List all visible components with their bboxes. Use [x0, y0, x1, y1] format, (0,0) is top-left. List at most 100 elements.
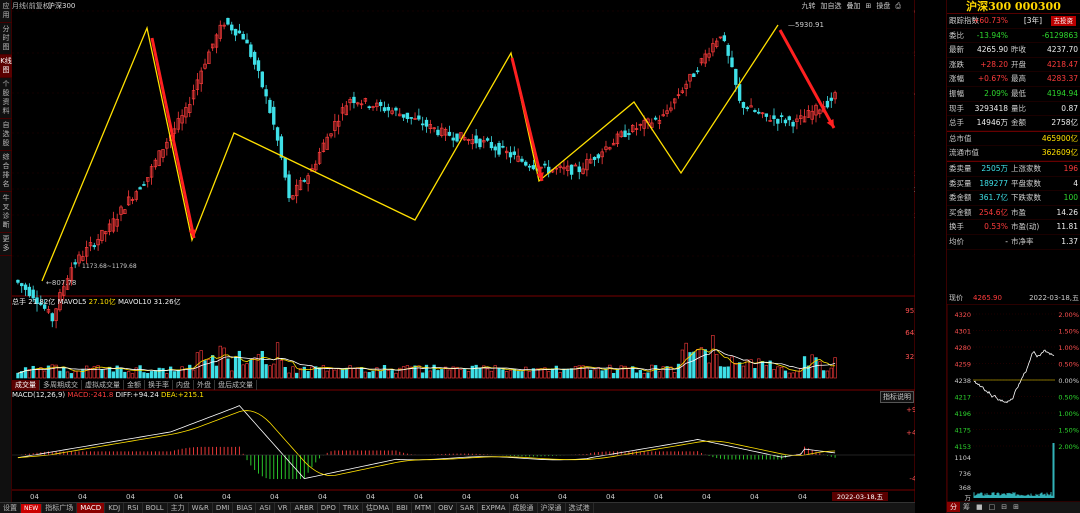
top-tool-button[interactable]: ⊞ [866, 2, 872, 10]
top-tool-button[interactable]: ⎙ [895, 2, 901, 10]
kline-chart[interactable]: 62165412459737822968266121531338—5930.91… [12, 0, 915, 513]
quote-value: 4 [1073, 178, 1078, 188]
candle-body [394, 107, 398, 111]
volume-tab[interactable]: 虚拟成交量 [82, 380, 124, 390]
volume-bar [138, 365, 142, 379]
indicator-tab[interactable]: EXPMA [478, 503, 510, 513]
quote-bottom-tab[interactable]: ■ [973, 502, 986, 512]
indicator-tab[interactable]: BOLL [143, 503, 168, 513]
volume-tab[interactable]: 换手率 [145, 380, 173, 390]
left-toolbar: 应用 分时图 K线图 个股资料 自选股 综合排名 牛叉诊断 更多 [0, 0, 12, 513]
volume-bar [352, 368, 356, 379]
invest-button[interactable]: 去投资 [1050, 16, 1076, 26]
volume-tab[interactable]: 多周期成交 [40, 380, 82, 390]
period-label[interactable]: 月线(前复权) [12, 1, 52, 11]
volume-bar [726, 366, 730, 379]
indicator-tab[interactable]: RSI [124, 503, 143, 513]
mini-right-axis: 2.00% [1058, 311, 1079, 319]
top-tool-button[interactable]: 加自选 [821, 2, 842, 10]
volume-bar [363, 371, 368, 379]
indicator-tab[interactable]: DMI [213, 503, 234, 513]
time-axis-label: 04 [174, 493, 183, 501]
quote-bottom-tab[interactable]: ⊟ [998, 502, 1010, 512]
quote-value: -13.94% [976, 30, 1008, 40]
time-axis-label: 04 [270, 493, 279, 501]
intraday-mini-chart[interactable]: 4320 2.00% 4301 1.50% 4280 1.00% 4259 0.50% 4238… [947, 304, 1080, 502]
indicator-tab[interactable]: BBI [393, 503, 412, 513]
volume-tab[interactable]: 盘后成交量 [215, 380, 257, 390]
quote-row: 买金额 254.6亿 市盈 14.26 [947, 206, 1080, 221]
volume-tab[interactable]: 成交量 [12, 380, 40, 390]
indicator-tab[interactable]: MTM [412, 503, 436, 513]
volume-bar [333, 369, 337, 379]
left-tab[interactable]: K线图 [0, 55, 12, 78]
quote-row: 换手 0.53% 市盈(动) 11.81 [947, 220, 1080, 235]
indicator-explain-button[interactable]: 指标说明 [880, 391, 914, 403]
indicator-tab[interactable]: 指标广场 [42, 503, 78, 513]
indicator-tab[interactable]: VR [275, 503, 292, 513]
volume-bar [23, 367, 28, 379]
left-tab[interactable]: 个股资料 [0, 78, 12, 119]
indicator-tab[interactable]: MACD [77, 503, 106, 513]
price-axis-label: 4597 [914, 90, 915, 98]
left-tab[interactable]: 综合排名 [0, 151, 12, 192]
indicator-tab[interactable]: NEW [21, 504, 43, 513]
indicator-tab[interactable]: ASI [256, 503, 275, 513]
volume-bar [184, 368, 188, 379]
volume-bar [489, 370, 494, 379]
time-axis-label: 04 [510, 493, 519, 501]
volume-bar [421, 372, 425, 379]
time-axis-label: 04 [558, 493, 567, 501]
quote-key: 市盈(动) [1011, 222, 1040, 232]
time-axis-label: 04 [606, 493, 615, 501]
quote-row: 振幅 2.09% 最低 4194.94 [947, 87, 1080, 102]
indicator-tab[interactable]: BIAS [233, 503, 257, 513]
indicator-tab[interactable]: ARBR [291, 503, 318, 513]
volume-bar [348, 365, 352, 379]
left-tab[interactable]: 牛叉诊断 [0, 192, 12, 233]
indicator-tab[interactable]: TRIX [340, 503, 363, 513]
quote-bottom-tab[interactable]: 分 [947, 502, 960, 512]
volume-bar [527, 371, 532, 379]
volume-tab[interactable]: 内盘 [173, 380, 194, 390]
indicator-tab[interactable]: 选试港 [566, 503, 594, 513]
volume-bar [764, 365, 768, 379]
volume-bar [715, 353, 719, 379]
left-tab[interactable]: 更多 [0, 233, 12, 256]
quote-row: 总市值 465900亿 [947, 132, 1080, 147]
left-tab[interactable]: 自选股 [0, 119, 12, 151]
candle-body [493, 146, 497, 151]
top-tool-button[interactable]: 操盘 [876, 2, 890, 10]
indicator-tab[interactable]: KDJ [105, 503, 125, 513]
quote-key: 流通市值 [949, 148, 979, 158]
candle-body [287, 174, 291, 199]
indicator-tab[interactable]: W&R [189, 503, 213, 513]
indicator-tab[interactable]: 设置 [0, 503, 21, 513]
quote-bottom-tab[interactable]: □ [986, 502, 999, 512]
quote-bottom-tab[interactable]: 筹 [960, 502, 973, 512]
candle-body [776, 118, 780, 124]
indicator-tab[interactable]: DPO [318, 503, 340, 513]
mini-price-label: 现价 [949, 294, 963, 302]
volume-bar [501, 369, 505, 379]
top-tool-button[interactable]: 叠加 [847, 2, 861, 10]
volume-tab[interactable]: 金额 [124, 380, 145, 390]
volume-bar [58, 370, 62, 379]
candle-body [447, 131, 452, 136]
top-tool-button[interactable]: 九转 [802, 2, 816, 10]
left-tab[interactable]: 应用 [0, 0, 12, 23]
quote-bottom-tab[interactable]: ⊞ [1010, 502, 1022, 512]
candle-body [474, 135, 478, 144]
indicator-tab[interactable]: 沪深通 [538, 503, 566, 513]
indicator-tab[interactable]: 主力 [168, 503, 189, 513]
volume-tab[interactable]: 外盘 [194, 380, 215, 390]
macd-value: -241.8 [90, 391, 114, 399]
left-tab[interactable]: 分时图 [0, 23, 12, 55]
mini-right-axis: 0.50% [1058, 361, 1079, 369]
candle-body [260, 71, 264, 88]
indicator-tab[interactable]: 估DMA [363, 503, 394, 513]
indicator-tab[interactable]: SAR [457, 503, 479, 513]
volume-bar [776, 366, 780, 379]
indicator-tab[interactable]: OBV [435, 503, 458, 513]
indicator-tab[interactable]: 成股通 [510, 503, 538, 513]
